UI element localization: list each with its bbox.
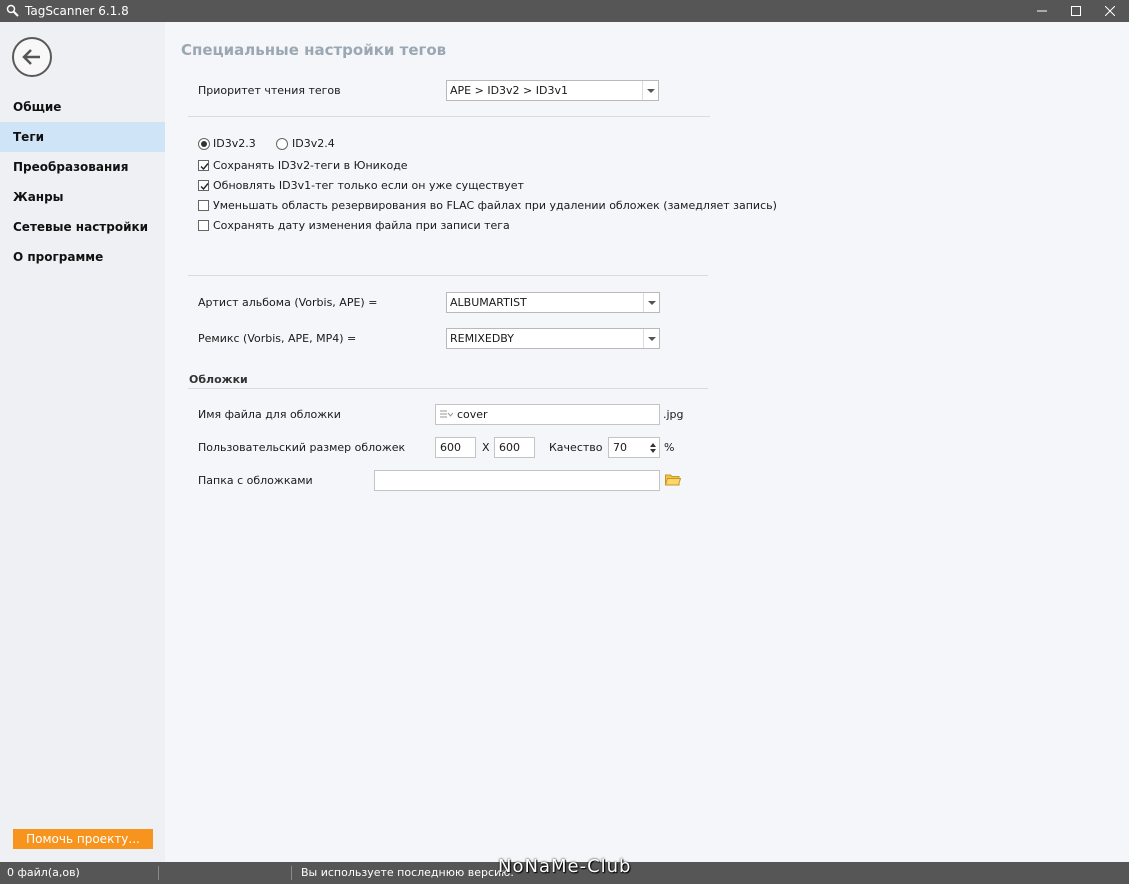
checkbox-keep-date[interactable] [198,220,209,231]
checkmark-icon [200,163,209,171]
minimize-icon [1037,10,1047,12]
radio-id3v24-label[interactable]: ID3v2.4 [292,137,335,150]
folder-icon[interactable] [664,473,682,489]
arrow-left-icon [22,49,40,65]
checkmark-icon [200,183,209,191]
cover-size-label: Пользовательский размер обложек [198,441,406,454]
read-priority-select[interactable]: APE > ID3v2 > ID3v1 [446,80,659,101]
size-x-label: X [482,441,490,454]
donate-button[interactable]: Помочь проекту... [13,829,153,849]
remix-select[interactable]: REMIXEDBY [446,328,660,349]
divider [188,116,710,117]
chevron-down-icon[interactable] [642,81,658,100]
close-button[interactable] [1093,0,1127,22]
covers-section-header: Обложки [189,373,248,386]
title-bar: TagScanner 6.1.8 [0,0,1129,22]
watermark: NoNaMe-Club [498,856,632,877]
radio-id3v23-label[interactable]: ID3v2.3 [213,137,256,150]
cover-filename-value: cover [457,408,488,421]
back-button[interactable] [12,37,52,77]
checkbox-flac-padding[interactable] [198,200,209,211]
magnifier-icon [6,4,20,18]
cover-height-value: 600 [499,441,520,454]
spin-up-icon[interactable] [650,443,656,447]
chevron-down-icon[interactable] [643,329,659,348]
page-title: Специальные настройки тегов [181,41,447,59]
checkbox-update-id3v1-label[interactable]: Обновлять ID3v1-тег только если он уже с… [213,179,524,192]
radio-id3v24[interactable] [276,138,288,150]
album-artist-select[interactable]: ALBUMARTIST [446,292,660,313]
sidebar: Общие Теги Преобразования Жанры Сетевые … [0,22,165,862]
remix-value: REMIXEDBY [450,332,514,345]
cover-filename-input[interactable]: cover [435,404,660,425]
spin-down-icon[interactable] [650,449,656,453]
divider [158,866,159,880]
cover-folder-label: Папка с обложками [198,474,313,487]
quality-stepper[interactable]: 70 [608,437,660,458]
status-message: Вы используете последнюю версию. [301,866,514,879]
cover-filename-label: Имя файла для обложки [198,408,341,421]
radio-id3v23[interactable] [198,138,210,150]
checkbox-unicode-label[interactable]: Сохранять ID3v2-теги в Юникоде [213,159,408,172]
cover-width-value: 600 [440,441,461,454]
sidebar-item-general[interactable]: Общие [0,92,165,122]
sidebar-item-about[interactable]: О программе [0,242,165,272]
read-priority-value: APE > ID3v2 > ID3v1 [450,84,568,97]
template-list-icon[interactable] [440,410,453,420]
cover-height-input[interactable]: 600 [494,437,535,458]
read-priority-label: Приоритет чтения тегов [198,84,341,97]
checkbox-update-id3v1[interactable] [198,180,209,191]
cover-folder-input[interactable] [374,470,660,491]
main-panel: Специальные настройки тегов Приоритет чт… [165,22,1129,862]
maximize-button[interactable] [1059,0,1093,22]
sidebar-item-genres[interactable]: Жанры [0,182,165,212]
sidebar-item-conversions[interactable]: Преобразования [0,152,165,182]
cover-extension: .jpg [663,408,684,421]
album-artist-value: ALBUMARTIST [450,296,527,309]
sidebar-item-network[interactable]: Сетевые настройки [0,212,165,242]
checkbox-flac-padding-label[interactable]: Уменьшать область резервирования во FLAC… [213,199,777,212]
remix-label: Ремикс (Vorbis, APE, MP4) = [198,332,357,345]
percent-label: % [664,441,675,454]
divider [188,388,708,389]
quality-label: Качество [549,441,603,454]
checkbox-unicode[interactable] [198,160,209,171]
divider [291,866,292,880]
sidebar-item-tags[interactable]: Теги [0,122,165,152]
file-count: 0 файл(а,ов) [7,866,80,879]
minimize-button[interactable] [1025,0,1059,22]
divider [188,275,708,276]
chevron-down-icon[interactable] [643,293,659,312]
sidebar-nav: Общие Теги Преобразования Жанры Сетевые … [0,92,165,272]
checkbox-keep-date-label[interactable]: Сохранять дату изменения файла при запис… [213,219,510,232]
maximize-icon [1071,6,1081,16]
close-icon [1105,6,1115,16]
window-title: TagScanner 6.1.8 [25,4,129,18]
cover-width-input[interactable]: 600 [435,437,476,458]
quality-value: 70 [613,441,627,454]
album-artist-label: Артист альбома (Vorbis, APE) = [198,296,378,309]
